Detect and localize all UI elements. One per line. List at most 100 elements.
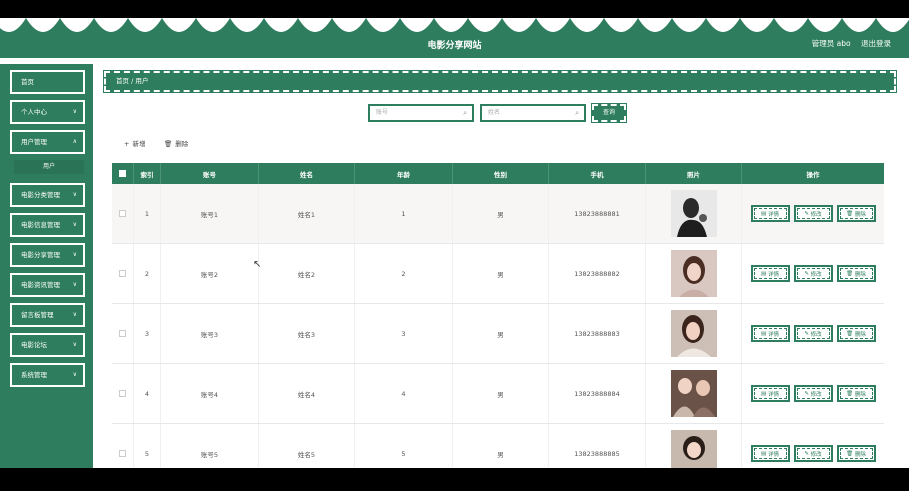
index-cell: 1 (134, 184, 161, 243)
user-photo[interactable] (670, 430, 717, 468)
gender-cell: 男 (453, 364, 549, 423)
user-photo[interactable] (670, 250, 717, 297)
name-search-input[interactable]: 姓名 ⌕ (480, 104, 586, 122)
column-header-gender[interactable]: 性别 (453, 163, 549, 184)
row-checkbox[interactable] (119, 270, 126, 277)
table-row: 5 账号5 姓名5 5 男 13823888885 ▤ 详情 ✎ 修改 🗑 删除 (112, 424, 884, 468)
user-photo[interactable] (670, 370, 717, 417)
add-button[interactable]: + 新增 (124, 138, 145, 148)
table-header: 索引 账号 姓名 年龄 性别 手机 照片 操作 (112, 163, 884, 184)
chevron-down-icon: ∨ (72, 281, 77, 288)
sidebar-item-movie-news[interactable]: 电影资讯管理 ∨ (10, 273, 85, 297)
sidebar-submenu-user[interactable]: 用户 (14, 160, 84, 174)
edit-button[interactable]: ✎ 修改 (793, 265, 833, 282)
column-header-index[interactable]: 索引 (134, 163, 161, 184)
account-search-input[interactable]: 账号 ⌕ (368, 104, 474, 122)
row-checkbox[interactable] (119, 390, 126, 397)
sidebar-item-personal-center[interactable]: 个人中心 ∨ (10, 100, 85, 124)
edit-button[interactable]: ✎ 修改 (793, 385, 833, 402)
age-cell: 3 (355, 304, 453, 363)
admin-user-label: 管理员 abo (811, 39, 851, 48)
sidebar-item-label: 个人中心 (21, 108, 47, 116)
detail-label: 详情 (767, 271, 779, 278)
sidebar-item-movie-category[interactable]: 电影分类管理 ∨ (10, 183, 85, 207)
sidebar-item-movie-share[interactable]: 电影分享管理 ∨ (10, 243, 85, 267)
delete-button[interactable]: 🗑 删除 (836, 445, 876, 462)
actions-cell: ▤ 详情 ✎ 修改 🗑 删除 (742, 184, 884, 243)
index-cell: 3 (134, 304, 161, 363)
edit-button[interactable]: ✎ 修改 (793, 445, 833, 462)
detail-button[interactable]: ▤ 详情 (750, 325, 790, 342)
name-cell: 姓名1 (259, 184, 355, 243)
actions-cell: ▤ 详情 ✎ 修改 🗑 删除 (742, 364, 884, 423)
edit-button[interactable]: ✎ 修改 (793, 325, 833, 342)
row-select-cell (112, 424, 134, 468)
table-row: 2 账号2 姓名2 2 男 13823888882 ▤ 详情 ✎ 修改 🗑 删除 (112, 244, 884, 304)
batch-delete-button[interactable]: 🗑 删除 (164, 138, 188, 148)
sidebar-item-system-management[interactable]: 系统管理 ∨ (10, 363, 85, 387)
index-cell: 4 (134, 364, 161, 423)
trash-icon: 🗑 (164, 140, 173, 148)
app-frame: 电影分享网站 管理员 abo 退出登录 首页 个人中心 ∨ 用户管理 ∧ 用户 … (0, 18, 909, 468)
detail-button[interactable]: ▤ 详情 (750, 205, 790, 222)
edit-button[interactable]: ✎ 修改 (793, 205, 833, 222)
user-photo[interactable] (670, 310, 717, 357)
detail-label: 详情 (767, 451, 779, 458)
detail-button[interactable]: ▤ 详情 (750, 445, 790, 462)
row-checkbox[interactable] (119, 450, 126, 457)
sidebar-item-label: 电影分享管理 (21, 251, 60, 259)
actions-cell: ▤ 详情 ✎ 修改 🗑 删除 (742, 244, 884, 303)
detail-label: 详情 (767, 331, 779, 338)
age-cell: 4 (355, 364, 453, 423)
detail-button[interactable]: ▤ 详情 (750, 385, 790, 402)
gender-cell: 男 (453, 244, 549, 303)
column-header-phone[interactable]: 手机 (549, 163, 646, 184)
chevron-down-icon: ∨ (72, 108, 77, 115)
select-all-checkbox[interactable] (119, 170, 126, 177)
delete-button[interactable]: 🗑 删除 (836, 265, 876, 282)
sidebar-item-home[interactable]: 首页 (10, 70, 85, 94)
detail-label: 详情 (767, 211, 779, 218)
detail-icon: ▤ (761, 330, 768, 337)
user-photo[interactable] (670, 190, 717, 237)
sidebar-item-label: 电影资讯管理 (21, 281, 60, 289)
detail-icon: ▤ (761, 270, 768, 277)
detail-label: 详情 (767, 391, 779, 398)
row-select-cell (112, 364, 134, 423)
delete-button[interactable]: 🗑 删除 (836, 325, 876, 342)
photo-cell (646, 184, 742, 243)
phone-cell: 13823888882 (549, 244, 646, 303)
sidebar-item-movie-forum[interactable]: 电影论坛 ∨ (10, 333, 85, 357)
delete-label: 删除 (854, 451, 866, 458)
delete-label: 删除 (854, 211, 866, 218)
column-header-name[interactable]: 姓名 (259, 163, 355, 184)
sidebar: 首页 个人中心 ∨ 用户管理 ∧ 用户 电影分类管理 ∨ 电影信息管理 ∨ 电影… (0, 64, 93, 468)
name-cell: 姓名5 (259, 424, 355, 468)
delete-button[interactable]: 🗑 删除 (836, 385, 876, 402)
sidebar-item-user-management[interactable]: 用户管理 ∧ (10, 130, 85, 154)
trash-icon: 🗑 (846, 270, 855, 277)
sidebar-item-label: 电影信息管理 (21, 221, 60, 229)
search-icon: ⌕ (575, 109, 579, 117)
detail-icon: ▤ (761, 390, 768, 397)
trash-icon: 🗑 (846, 450, 855, 457)
detail-button[interactable]: ▤ 详情 (750, 265, 790, 282)
delete-label: 删除 (854, 271, 866, 278)
column-header-age[interactable]: 年龄 (355, 163, 453, 184)
edit-label: 修改 (810, 331, 822, 338)
sidebar-item-message-board[interactable]: 留言板管理 ∨ (10, 303, 85, 327)
account-cell: 账号4 (161, 364, 259, 423)
query-button[interactable]: 查询 (591, 103, 627, 123)
column-header-actions: 操作 (806, 170, 820, 179)
sidebar-item-label: 电影论坛 (21, 341, 47, 349)
chevron-down-icon: ∨ (72, 221, 77, 228)
actions-cell: ▤ 详情 ✎ 修改 🗑 删除 (742, 424, 884, 468)
sidebar-item-movie-info[interactable]: 电影信息管理 ∨ (10, 213, 85, 237)
logout-link[interactable]: 退出登录 (861, 39, 891, 48)
row-checkbox[interactable] (119, 330, 126, 337)
row-checkbox[interactable] (119, 210, 126, 217)
delete-button[interactable]: 🗑 删除 (836, 205, 876, 222)
sidebar-item-label: 系统管理 (21, 371, 47, 379)
account-placeholder: 账号 (376, 109, 389, 116)
column-header-account[interactable]: 账号 (161, 163, 259, 184)
